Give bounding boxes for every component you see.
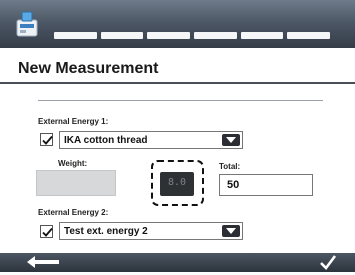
progress-segment xyxy=(287,32,331,39)
progress-segment xyxy=(100,32,144,39)
chevron-down-icon xyxy=(226,228,236,234)
external-energy-1-checkbox[interactable] xyxy=(40,133,53,146)
back-arrow-icon xyxy=(27,256,59,268)
external-energy-2-dropdown[interactable]: Test ext. energy 2 xyxy=(59,222,243,240)
dropdown-button[interactable] xyxy=(222,225,240,237)
weight-calc-button[interactable]: 8.0 xyxy=(160,172,194,196)
weight-label: Weight: xyxy=(58,159,88,168)
weight-input[interactable] xyxy=(36,170,116,196)
section-divider xyxy=(38,100,323,101)
external-energy-1-dropdown[interactable]: IKA cotton thread xyxy=(59,131,243,149)
progress-segment xyxy=(147,32,191,39)
total-label: Total: xyxy=(219,162,241,171)
page-title: New Measurement xyxy=(18,60,159,77)
external-energy-2-value: Test ext. energy 2 xyxy=(64,226,148,237)
back-button[interactable] xyxy=(26,255,60,269)
progress-segment xyxy=(54,32,97,39)
calc-button-text: 8.0 xyxy=(167,177,187,188)
external-energy-2-label: External Energy 2: xyxy=(38,208,109,217)
total-input[interactable]: 50 xyxy=(219,174,313,196)
measurement-device-icon xyxy=(14,10,40,38)
dropdown-button[interactable] xyxy=(222,134,240,146)
confirm-button[interactable] xyxy=(319,254,337,270)
checkmark-icon xyxy=(42,135,53,145)
title-divider xyxy=(0,82,355,84)
chevron-down-icon xyxy=(226,137,236,143)
total-value: 50 xyxy=(227,179,240,191)
wizard-progress-bar xyxy=(54,32,331,39)
checkmark-icon xyxy=(320,255,337,270)
progress-segment xyxy=(194,32,237,39)
external-energy-2-checkbox[interactable] xyxy=(40,225,53,238)
progress-segment xyxy=(240,32,284,39)
checkmark-icon xyxy=(42,227,53,237)
external-energy-1-value: IKA cotton thread xyxy=(64,135,148,146)
external-energy-1-label: External Energy 1: xyxy=(38,117,109,126)
top-bar xyxy=(0,0,355,48)
